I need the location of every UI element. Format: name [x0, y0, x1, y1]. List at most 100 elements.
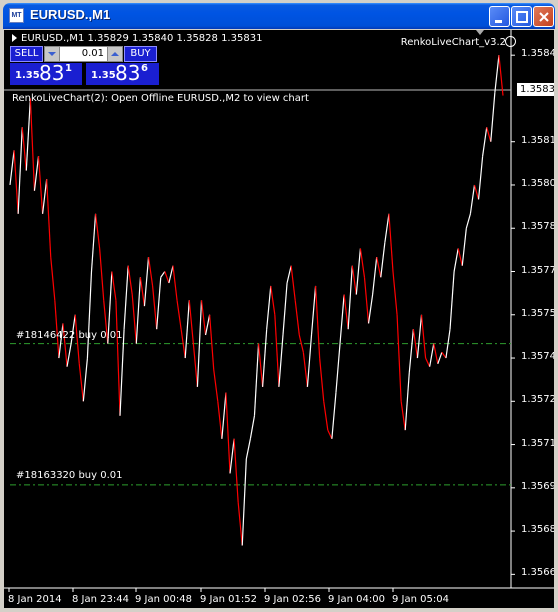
- price-segment: [41, 179, 48, 214]
- minimize-button[interactable]: [489, 6, 510, 27]
- price-segment: [29, 98, 36, 191]
- terminal-window: MT EURUSD.,M1 EURUSD.,M1 1.35829 1.35840…: [0, 0, 558, 612]
- price-segment: [249, 415, 256, 439]
- price-tick-label: 1.35815: [521, 134, 554, 146]
- price-segment: [404, 372, 410, 431]
- price-segment: [359, 248, 366, 278]
- price-segment: [9, 150, 15, 186]
- price-segment: [131, 294, 137, 344]
- price-segment: [127, 265, 133, 295]
- price-segment: [94, 213, 101, 249]
- price-segment: [209, 314, 215, 370]
- price-tick-label: 1.35680: [521, 524, 554, 536]
- price-tick-label: 1.35845: [521, 48, 554, 60]
- price-segment: [433, 343, 439, 364]
- price-segment: [160, 271, 166, 278]
- price-segment: [168, 265, 174, 284]
- price-segment: [164, 271, 170, 284]
- price-segment: [469, 184, 476, 214]
- price-segment: [486, 127, 492, 142]
- price-segment: [17, 127, 23, 214]
- price-segment: [229, 438, 235, 474]
- price-segment: [33, 156, 40, 191]
- price-segment: [343, 294, 349, 330]
- buy-price-prefix: 1.35: [91, 70, 116, 81]
- price-segment: [176, 300, 182, 330]
- price-segment: [172, 265, 178, 301]
- buy-button[interactable]: BUY: [124, 46, 157, 62]
- lot-size-field[interactable]: 0.01: [44, 46, 123, 62]
- price-segment: [494, 55, 500, 93]
- price-segment: [465, 213, 471, 229]
- price-segment: [123, 265, 129, 330]
- sell-price-prefix: 1.35: [15, 70, 40, 81]
- price-segment: [139, 277, 146, 307]
- title-bar[interactable]: MT EURUSD.,M1: [3, 3, 555, 29]
- price-tick-label: 1.35695: [521, 480, 554, 492]
- price-segment: [25, 98, 31, 171]
- price-segment: [66, 343, 72, 367]
- buy-price-fraction: 6: [141, 63, 148, 74]
- price-segment: [441, 351, 447, 359]
- price-chart[interactable]: EURUSD.,M1 1.35829 1.35840 1.35828 1.358…: [4, 30, 554, 608]
- price-segment: [461, 228, 467, 266]
- chart-window-icon: MT: [9, 8, 24, 23]
- price-segment: [363, 277, 370, 324]
- price-segment: [388, 213, 394, 272]
- price-segment: [314, 285, 321, 359]
- price-segment: [347, 265, 353, 330]
- price-segment: [278, 334, 284, 387]
- one-click-trading-panel: SELL 0.01 BUY 1.35 83 1 1.35 83 6: [10, 46, 159, 86]
- price-segment: [335, 343, 341, 393]
- buy-price[interactable]: 1.35 83 6: [86, 61, 159, 85]
- price-segment: [384, 213, 390, 243]
- price-segment: [392, 271, 398, 315]
- sell-button[interactable]: SELL: [10, 46, 43, 62]
- lot-size-value[interactable]: 0.01: [82, 48, 104, 59]
- order-label-1[interactable]: #18146422 buy 0.01: [16, 330, 123, 341]
- time-tick-label: 9 Jan 01:52: [200, 594, 257, 605]
- price-segment: [143, 257, 150, 307]
- maximize-button[interactable]: [511, 6, 532, 27]
- lot-increase-button[interactable]: [107, 47, 122, 61]
- price-segment: [380, 242, 386, 278]
- price-segment: [310, 285, 317, 336]
- order-label-2[interactable]: #18163320 buy 0.01: [16, 470, 123, 481]
- price-segment: [339, 294, 345, 344]
- price-segment: [135, 277, 141, 344]
- sell-price[interactable]: 1.35 83 1: [10, 61, 82, 85]
- price-segment: [78, 363, 84, 402]
- price-tick-label: 1.35770: [521, 264, 554, 276]
- price-segment: [286, 265, 292, 284]
- price-segment: [453, 248, 459, 272]
- price-segment: [416, 314, 423, 359]
- price-segment: [449, 271, 455, 330]
- sell-price-pips: 83: [39, 61, 65, 85]
- price-segment: [351, 265, 357, 295]
- time-tick-label: 9 Jan 00:48: [135, 594, 192, 605]
- price-segment: [274, 314, 280, 387]
- price-segment: [302, 352, 309, 387]
- price-segment: [490, 92, 496, 142]
- close-button[interactable]: [533, 6, 554, 27]
- price-segment: [221, 392, 227, 439]
- price-segment: [400, 401, 406, 431]
- time-tick-label: 9 Jan 05:04: [392, 594, 449, 605]
- price-tick-label: 1.35800: [521, 177, 554, 189]
- price-segment: [429, 343, 435, 367]
- price-segment: [376, 256, 382, 278]
- price-segment: [282, 282, 288, 336]
- price-segment: [152, 285, 158, 330]
- price-segment: [294, 300, 300, 336]
- price-segment: [473, 184, 480, 200]
- time-tick-label: 9 Jan 02:56: [264, 594, 321, 605]
- price-segment: [420, 314, 427, 359]
- lot-decrease-button[interactable]: [45, 47, 60, 61]
- collapse-triangle-icon[interactable]: [12, 34, 17, 42]
- symbol-info: EURUSD.,M1 1.35829 1.35840 1.35828 1.358…: [12, 33, 262, 44]
- price-segment: [237, 502, 243, 546]
- price-segment: [266, 285, 272, 330]
- price-segment: [204, 314, 211, 336]
- chart-canvas: [4, 30, 554, 592]
- price-tick-label: 1.35755: [521, 307, 554, 319]
